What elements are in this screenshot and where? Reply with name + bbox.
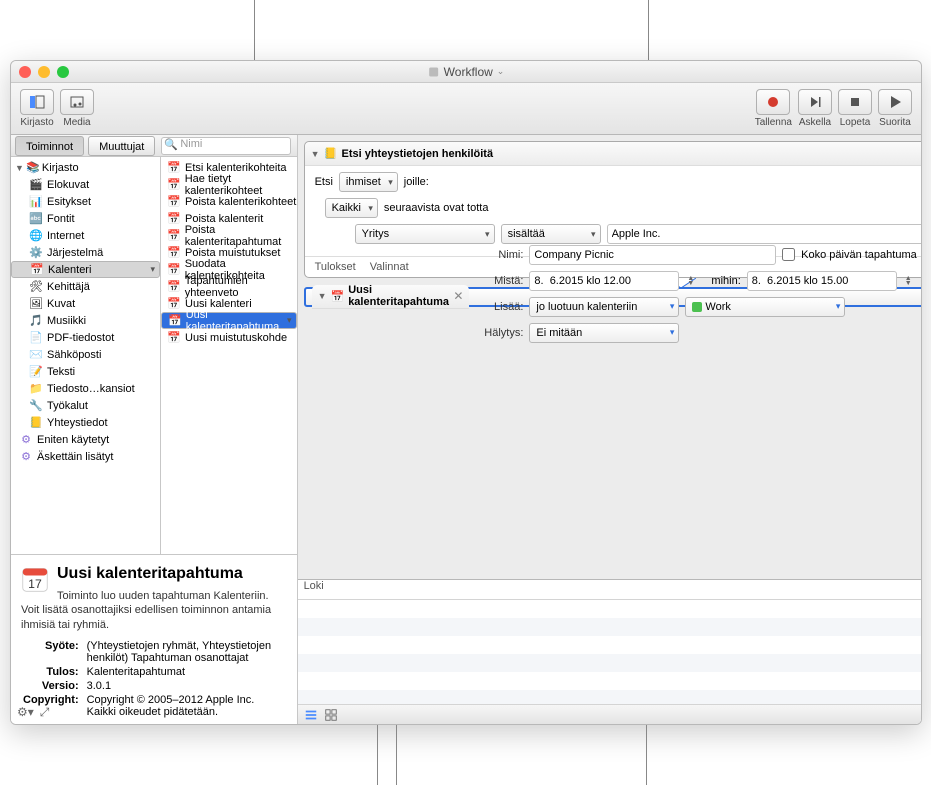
library-toggle-button[interactable]: Kirjasto [20, 89, 54, 128]
sidebar-category[interactable]: 📒Yhteystiedot [11, 414, 160, 431]
stepper-icon[interactable]: ▲▼ [687, 275, 699, 287]
add-mode-select[interactable]: jo luotuun kalenteriin [529, 297, 679, 317]
sidebar-category[interactable]: 🌐Internet [11, 227, 160, 244]
alarm-select[interactable]: Ei mitään [529, 323, 679, 343]
find-type-select[interactable]: ihmiset [339, 172, 398, 192]
gear-icon[interactable]: ⚙︎▾ [17, 705, 34, 720]
workflow-action-new-calendar-event[interactable]: ▼ 📅 Uusi kalenteritapahtuma ✕ Nimi: Koko… [304, 287, 921, 307]
options-button[interactable]: Valinnat [370, 261, 409, 273]
log-column-header[interactable]: Loki [298, 580, 921, 599]
sidebar-category[interactable]: 📊Esitykset [11, 193, 160, 210]
description-body: Toiminto luo uuden tapahtuman Kalenterii… [21, 589, 287, 632]
action-list[interactable]: 📅Etsi kalenterikohteita📅Hae tietyt kalen… [161, 157, 297, 554]
tab-actions[interactable]: Toiminnot [15, 136, 84, 156]
sidebar-category[interactable]: 📝Teksti [11, 363, 160, 380]
sidebar-category[interactable]: 🛠Kehittäjä [11, 278, 160, 295]
log-panel: Loki Kesto [298, 579, 921, 724]
media-button[interactable]: Media [60, 89, 94, 128]
calendar-icon: 17 [21, 565, 49, 593]
sidebar-smart-group[interactable]: ⚙︎Eniten käytetyt [11, 431, 160, 448]
to-date-input[interactable] [747, 271, 897, 291]
action-title: Uusi kalenteritapahtuma [348, 284, 449, 308]
action-list-item[interactable]: 📅Poista kalenteritapahtumat [161, 227, 297, 244]
action-list-item[interactable]: 📅Tapahtumien yhteenveto [161, 278, 297, 295]
sidebar-category[interactable]: 🎬Elokuvat [11, 176, 160, 193]
action-list-item[interactable]: 📅Poista kalenterikohteet [161, 193, 297, 210]
sidebar-category[interactable]: 🔤Fontit [11, 210, 160, 227]
sidebar-category[interactable]: 📁Tiedosto…kansiot [11, 380, 160, 397]
event-name-input[interactable] [529, 245, 776, 265]
record-button[interactable]: Tallenna [755, 89, 792, 128]
sidebar-category[interactable]: ⚙️Järjestelmä [11, 244, 160, 261]
svg-text:17: 17 [28, 577, 42, 591]
allday-checkbox[interactable] [782, 248, 795, 261]
from-date-input[interactable] [529, 271, 679, 291]
step-button[interactable]: Askella [798, 89, 832, 128]
tab-variables[interactable]: Muuttujat [88, 136, 155, 156]
search-input[interactable]: Nimi [161, 137, 290, 155]
log-rows [298, 600, 921, 704]
expand-icon[interactable]: ⤢ [40, 705, 50, 720]
sidebar-category[interactable]: 🎵Musiikki [11, 312, 160, 329]
sidebar-category[interactable]: 📅Kalenteri [11, 261, 160, 278]
results-button[interactable]: Tulokset [315, 261, 356, 273]
match-select[interactable]: Kaikki [325, 198, 378, 218]
sidebar-category[interactable]: ✉️Sähköposti [11, 346, 160, 363]
sidebar-category[interactable]: 🖼Kuvat [11, 295, 160, 312]
sidebar-smart-group[interactable]: ⚙︎Äskettäin lisätyt [11, 448, 160, 465]
close-icon[interactable]: ✕ [453, 289, 463, 303]
list-view-icon[interactable] [304, 708, 318, 722]
disclosure-icon[interactable]: ▼ [318, 291, 327, 301]
description-panel: 17 Uusi kalenteritapahtuma Toiminto luo … [11, 554, 297, 724]
titlebar: Workflow ⌄ [11, 61, 921, 83]
minimize-window-button[interactable] [38, 66, 50, 78]
toolbar: Kirjasto Media Tallenna Askella Lopeta S… [11, 83, 921, 135]
action-list-item[interactable]: 📅Uusi kalenteritapahtuma [161, 312, 297, 329]
window-title: Workflow ⌄ [428, 65, 505, 79]
action-list-item[interactable]: 📅Hae tietyt kalenterikohteet [161, 176, 297, 193]
calendar-select[interactable]: Work [685, 297, 845, 317]
close-window-button[interactable] [19, 66, 31, 78]
stepper-icon[interactable]: ▲▼ [905, 275, 917, 287]
sidebar-category[interactable]: 🔧Työkalut [11, 397, 160, 414]
description-title: Uusi kalenteritapahtuma [21, 565, 287, 583]
disclosure-icon[interactable]: ▼ [311, 149, 320, 159]
grid-view-icon[interactable] [324, 708, 338, 722]
stop-button[interactable]: Lopeta [838, 89, 872, 128]
automator-window: Workflow ⌄ Kirjasto Media Tallenna Askel… [10, 60, 922, 725]
category-list[interactable]: ▼📚Kirjasto 🎬Elokuvat📊Esitykset🔤Fontit🌐In… [11, 157, 161, 554]
sidebar-category[interactable]: 📄PDF-tiedostot [11, 329, 160, 346]
run-button[interactable]: Suorita [878, 89, 912, 128]
action-title: Etsi yhteystietojen henkilöitä [341, 148, 493, 160]
contacts-icon: 📒 [323, 147, 337, 161]
zoom-window-button[interactable] [57, 66, 69, 78]
calendar-icon: 📅 [330, 289, 344, 303]
